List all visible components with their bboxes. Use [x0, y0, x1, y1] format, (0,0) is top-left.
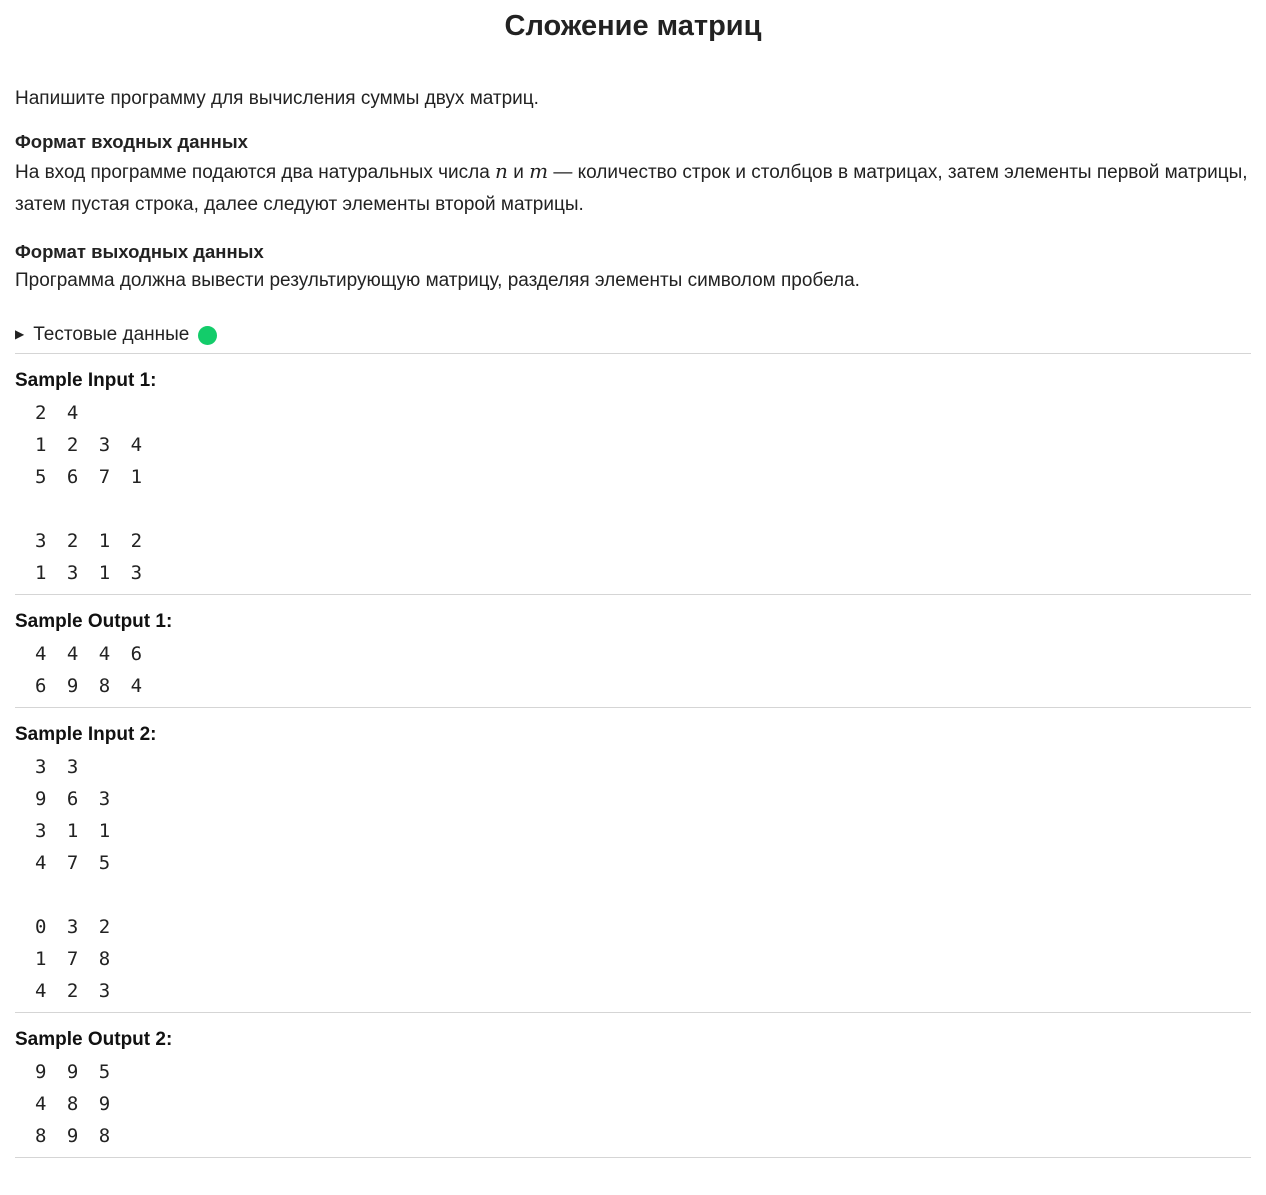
- code-line: 4 2 3: [35, 980, 115, 1002]
- code-line: 4 8 9: [35, 1093, 115, 1115]
- sample-block: Sample Output 2: 9 9 5 4 8 9 8 9 8: [15, 1013, 1251, 1157]
- code-line: 4 4 4 6: [35, 643, 147, 665]
- output-format-heading: Формат выходных данных: [15, 241, 264, 262]
- output-format-text: Программа должна вывести результирующую …: [15, 270, 860, 291]
- code-line: 0 3 2: [35, 916, 115, 938]
- page-title: Сложение матриц: [504, 10, 762, 42]
- code-line: 3 1 1: [35, 820, 115, 842]
- problem-page: Сложение матриц Напишите программу для в…: [0, 0, 1251, 1158]
- code-line: 3 3: [35, 756, 83, 778]
- test-data-toggle[interactable]: ▶ Тестовые данные: [15, 317, 1251, 353]
- triangle-right-icon: ▶: [15, 327, 25, 341]
- sample-code: 4 4 4 6 6 9 8 4: [15, 635, 1251, 707]
- code-line: 6 9 8 4: [35, 675, 147, 697]
- code-line: 4 7 5: [35, 852, 115, 874]
- test-data-label: Тестовые данные: [33, 324, 190, 345]
- sample-block: Sample Output 1: 4 4 4 6 6 9 8 4: [15, 595, 1251, 707]
- samples-list: Sample Input 1: 2 4 1 2 3 4 5 6 7 1 3 2 1 2 1…: [15, 353, 1251, 1158]
- code-line: 1 3 1 3: [35, 562, 147, 584]
- output-format-section: Формат выходных данных Программа должна …: [15, 239, 1251, 297]
- code-line: 1 2 3 4: [35, 434, 147, 456]
- var-m: m: [529, 159, 549, 183]
- code-line: 9 9 5: [35, 1061, 115, 1083]
- sample-label: Sample Input 1:: [15, 370, 157, 391]
- input-format-section: Формат входных данных На вход программе …: [15, 129, 1251, 221]
- status-dot-icon: [198, 325, 218, 345]
- sample-label: Sample Output 2:: [15, 1029, 173, 1050]
- intro-text: Напишите программу для вычисления суммы …: [15, 88, 539, 109]
- divider: [15, 1157, 1251, 1158]
- sample-code: 2 4 1 2 3 4 5 6 7 1 3 2 1 2 1 3 1 3: [15, 394, 1251, 594]
- code-line: 5 6 7 1: [35, 466, 147, 488]
- sample-label: Sample Output 1:: [15, 611, 173, 632]
- code-line: 1 7 8: [35, 948, 115, 970]
- var-n: n: [495, 159, 508, 183]
- input-format-and: и: [507, 162, 530, 183]
- input-format-heading: Формат входных данных: [15, 131, 248, 152]
- sample-label: Sample Input 2:: [15, 724, 157, 745]
- sample-block: Sample Input 2: 3 3 9 6 3 3 1 1 4 7 5 0 3 2 1 …: [15, 708, 1251, 1012]
- sample-code: 3 3 9 6 3 3 1 1 4 7 5 0 3 2 1 7 8 4 2 3: [15, 748, 1251, 1012]
- input-format-text: На вход программе подаются два натуральн…: [15, 155, 1251, 221]
- code-line: 2 4: [35, 402, 83, 424]
- input-format-text-before: На вход программе подаются два натуральн…: [15, 162, 496, 183]
- code-line: 3 2 1 2: [35, 530, 147, 552]
- sample-block: Sample Input 1: 2 4 1 2 3 4 5 6 7 1 3 2 1 2 1…: [15, 354, 1251, 594]
- code-line: 8 9 8: [35, 1125, 115, 1147]
- sample-code: 9 9 5 4 8 9 8 9 8: [15, 1053, 1251, 1157]
- code-line: 9 6 3: [35, 788, 115, 810]
